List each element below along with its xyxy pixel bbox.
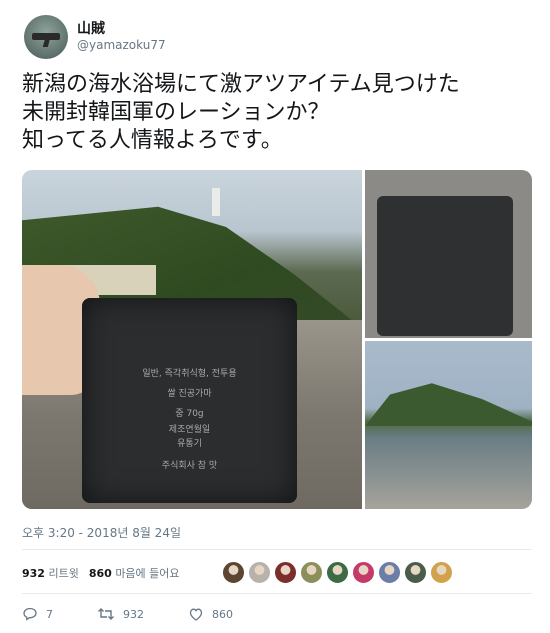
ration-packet-back	[377, 196, 513, 336]
packet-text-4: 제조연월일	[168, 425, 211, 435]
packet-text-3: 중 70g	[175, 409, 204, 419]
divider-bottom	[22, 593, 532, 594]
retweet-stat[interactable]: 932 리트윗	[22, 565, 79, 581]
engagement-stats: 932 리트윗 860 마음에 들어요	[22, 565, 180, 581]
retweet-count: 932	[123, 607, 144, 621]
tweet-timestamp[interactable]: 오후 3:20 - 2018년 8월 24일	[22, 524, 181, 541]
packet-text-1: 일반, 즉각취식형, 전투용	[142, 369, 237, 379]
retweet-icon	[97, 606, 115, 622]
avatar-rifle-grip-graphic	[42, 38, 51, 47]
liker-avatars	[222, 561, 453, 584]
retweet-stat-label: 리트윗	[48, 567, 79, 580]
avatar[interactable]	[24, 15, 68, 59]
reply-button[interactable]: 7	[22, 606, 53, 622]
liker-avatar[interactable]	[404, 561, 427, 584]
tweet-text: 新潟の海水浴場にて激アツアイテム見つけた 未開封韓国軍のレーションか？ 知ってる…	[22, 71, 532, 155]
liker-avatar[interactable]	[352, 561, 375, 584]
tweet-line-1: 新潟の海水浴場にて激アツアイテム見つけた	[22, 72, 460, 97]
liker-avatar[interactable]	[326, 561, 349, 584]
like-stat-label: 마음에 들어요	[115, 567, 180, 580]
like-button[interactable]: 860	[188, 606, 233, 622]
photo-lighthouse	[212, 188, 220, 216]
photo-ration-on-beach[interactable]: 일반, 즉각취식형, 전투용 쌀 진공가마 중 70g 제조연월일 유통기 주식…	[22, 170, 362, 509]
like-stat[interactable]: 860 마음에 들어요	[89, 565, 180, 581]
liker-avatar[interactable]	[378, 561, 401, 584]
packet-text-6: 주식회사 참 맛	[161, 461, 218, 471]
retweet-stat-count: 932	[22, 567, 45, 580]
tweet-actions: 7 932 860	[22, 606, 277, 622]
packet-text-2: 쌀 진공가마	[167, 389, 212, 399]
liker-avatar[interactable]	[274, 561, 297, 584]
packet-text-5: 유통기	[177, 439, 202, 449]
liker-avatar[interactable]	[248, 561, 271, 584]
liker-avatar[interactable]	[222, 561, 245, 584]
reply-count: 7	[46, 607, 53, 621]
ration-packet: 일반, 즉각취식형, 전투용 쌀 진공가마 중 70g 제조연월일 유통기 주식…	[82, 298, 297, 503]
like-stat-count: 860	[88, 567, 112, 580]
photo-coastline[interactable]	[365, 341, 532, 509]
tweet-line-2: 未開封韓国軍のレーションか？	[22, 100, 330, 125]
divider-top	[22, 549, 532, 550]
heart-icon	[188, 606, 204, 622]
liker-avatar[interactable]	[430, 561, 453, 584]
photo-ration-back[interactable]	[365, 170, 532, 338]
photo-coast-hill	[365, 383, 532, 426]
display-name[interactable]: 山賊	[77, 18, 105, 38]
reply-icon	[22, 606, 38, 622]
user-handle[interactable]: @yamazoku77	[77, 38, 166, 52]
tweet-line-3: 知ってる人情報よろです。	[22, 128, 283, 153]
retweet-button[interactable]: 932	[97, 606, 144, 622]
liker-avatar[interactable]	[300, 561, 323, 584]
like-count: 860	[212, 607, 233, 621]
media-grid: 일반, 즉각취식형, 전투용 쌀 진공가마 중 70g 제조연월일 유통기 주식…	[22, 170, 532, 509]
